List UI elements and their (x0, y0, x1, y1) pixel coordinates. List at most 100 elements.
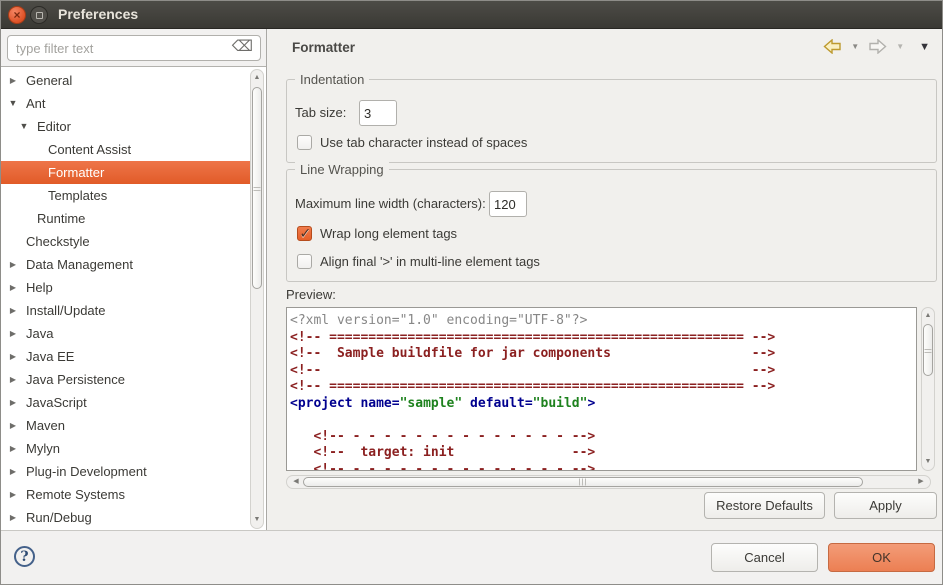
sidebar-item-javascript[interactable]: ▶JavaScript (1, 391, 250, 414)
sidebar-item-install-update[interactable]: ▶Install/Update (1, 299, 250, 322)
chevron-right-icon[interactable]: ▶ (7, 322, 19, 345)
sidebar-item-label: Remote Systems (1, 487, 125, 502)
max-line-width-input[interactable] (489, 191, 527, 217)
sidebar-item-label: Runtime (1, 211, 85, 226)
help-icon[interactable]: ? (14, 546, 35, 567)
sidebar-item-general[interactable]: ▶General (1, 69, 250, 92)
titlebar[interactable]: × Preferences (1, 1, 942, 29)
sidebar-item-java-persistence[interactable]: ▶Java Persistence (1, 368, 250, 391)
scrollbar-grip (925, 347, 932, 353)
line-wrapping-group: Line Wrapping Maximum line width (charac… (286, 169, 937, 282)
chevron-right-icon[interactable]: ▶ (7, 253, 19, 276)
main-panel: Formatter ▼ ▼ ▼ Indentation Tab size: Us… (268, 29, 943, 532)
align-final-label: Align final '>' in multi-line element ta… (320, 254, 540, 269)
sidebar-item-maven[interactable]: ▶Maven (1, 414, 250, 437)
close-button[interactable]: × (8, 6, 26, 24)
sidebar-item-label: Plug-in Development (1, 464, 147, 479)
scroll-down-icon[interactable]: ▼ (251, 513, 263, 527)
scrollbar-grip (254, 185, 261, 191)
scroll-left-icon[interactable]: ◀ (289, 476, 303, 488)
forward-arrow-icon[interactable] (868, 39, 887, 54)
back-arrow-icon[interactable] (823, 39, 842, 54)
chevron-down-icon[interactable]: ▼ (7, 92, 19, 115)
chevron-right-icon[interactable]: ▶ (7, 69, 19, 92)
preview-code-area[interactable]: <?xml version="1.0" encoding="UTF-8"?><!… (286, 307, 917, 471)
wrap-long-tags-label: Wrap long element tags (320, 226, 457, 241)
sidebar-item-help[interactable]: ▶Help (1, 276, 250, 299)
sidebar-item-templates[interactable]: Templates (1, 184, 250, 207)
sidebar-item-run-debug[interactable]: ▶Run/Debug (1, 506, 250, 529)
maximize-button[interactable] (30, 6, 48, 24)
line-wrapping-group-title: Line Wrapping (295, 162, 389, 177)
cancel-button[interactable]: Cancel (711, 543, 818, 572)
restore-defaults-button[interactable]: Restore Defaults (704, 492, 825, 519)
code-line: <!-- ===================================… (290, 379, 916, 396)
chevron-right-icon[interactable]: ▶ (7, 437, 19, 460)
sidebar-item-formatter[interactable]: Formatter (1, 161, 250, 184)
sidebar-item-editor[interactable]: ▼Editor (1, 115, 250, 138)
chevron-right-icon[interactable]: ▶ (7, 391, 19, 414)
chevron-right-icon[interactable]: ▶ (7, 345, 19, 368)
scroll-right-icon[interactable]: ▶ (914, 476, 928, 488)
sidebar-item-label: Formatter (1, 165, 104, 180)
use-tab-label: Use tab character instead of spaces (320, 135, 527, 150)
window-title: Preferences (58, 1, 138, 28)
sidebar-item-ant[interactable]: ▼Ant (1, 92, 250, 115)
back-history-dropdown-icon[interactable]: ▼ (851, 42, 859, 51)
sidebar-item-plug-in-development[interactable]: ▶Plug-in Development (1, 460, 250, 483)
code-line: <!-- - - - - - - - - - - - - - - --> (290, 462, 916, 472)
tab-size-label: Tab size: (295, 105, 346, 120)
indentation-group: Indentation Tab size: Use tab character … (286, 79, 937, 163)
sidebar-item-remote-systems[interactable]: ▶Remote Systems (1, 483, 250, 506)
chevron-right-icon[interactable]: ▶ (7, 483, 19, 506)
sidebar-item-label: Java Persistence (1, 372, 125, 387)
sidebar-item-data-management[interactable]: ▶Data Management (1, 253, 250, 276)
max-line-width-label: Maximum line width (characters): (295, 196, 486, 211)
apply-button[interactable]: Apply (834, 492, 937, 519)
code-line: <!-- Sample buildfile for jar components… (290, 346, 916, 363)
view-menu-icon[interactable]: ▼ (919, 41, 930, 53)
sidebar-item-mylyn[interactable]: ▶Mylyn (1, 437, 250, 460)
align-final-checkbox[interactable] (297, 254, 312, 269)
preview-horizontal-scrollbar[interactable]: ◀ ▶ (286, 475, 931, 489)
chevron-right-icon[interactable]: ▶ (7, 368, 19, 391)
scroll-down-icon[interactable]: ▼ (922, 455, 934, 469)
sidebar-scrollbar-thumb[interactable] (252, 87, 262, 289)
chevron-right-icon[interactable]: ▶ (7, 414, 19, 437)
sidebar-item-checkstyle[interactable]: Checkstyle (1, 230, 250, 253)
scroll-up-icon[interactable]: ▲ (922, 309, 934, 323)
preview-hscroll-thumb[interactable] (303, 477, 863, 487)
ok-button[interactable]: OK (828, 543, 935, 572)
page-title: Formatter (292, 40, 355, 55)
clear-filter-icon[interactable]: ⌫ (232, 38, 253, 56)
wrap-long-tags-checkbox[interactable] (297, 226, 312, 241)
use-tab-checkrow: Use tab character instead of spaces (297, 135, 527, 150)
code-line (290, 412, 916, 429)
preview-vertical-scrollbar[interactable]: ▲ ▼ (921, 307, 935, 471)
chevron-down-icon[interactable]: ▼ (18, 115, 30, 138)
sidebar: ⌫ ▶General▼Ant▼EditorContent AssistForma… (1, 29, 267, 532)
preview-vscroll-thumb[interactable] (923, 324, 933, 376)
sidebar-item-java-ee[interactable]: ▶Java EE (1, 345, 250, 368)
forward-history-dropdown-icon[interactable]: ▼ (896, 42, 904, 51)
sidebar-item-java[interactable]: ▶Java (1, 322, 250, 345)
filter-area: ⌫ (1, 29, 266, 66)
chevron-right-icon[interactable]: ▶ (7, 460, 19, 483)
indentation-group-title: Indentation (295, 72, 369, 87)
sidebar-item-runtime[interactable]: Runtime (1, 207, 250, 230)
code-line: <!-- ===================================… (290, 330, 916, 347)
sidebar-item-label: Checkstyle (1, 234, 90, 249)
code-line: <?xml version="1.0" encoding="UTF-8"?> (290, 313, 916, 330)
sidebar-item-label: Editor (1, 119, 71, 134)
sidebar-scrollbar[interactable]: ▲ ▼ (250, 69, 264, 529)
sidebar-item-content-assist[interactable]: Content Assist (1, 138, 250, 161)
sidebar-item-label: Data Management (1, 257, 133, 272)
use-tab-checkbox[interactable] (297, 135, 312, 150)
chevron-right-icon[interactable]: ▶ (7, 299, 19, 322)
scroll-up-icon[interactable]: ▲ (251, 71, 263, 85)
tab-size-input[interactable] (359, 100, 397, 126)
chevron-right-icon[interactable]: ▶ (7, 506, 19, 529)
filter-input[interactable] (7, 35, 261, 61)
bottom-bar: ? Cancel OK (1, 530, 942, 584)
chevron-right-icon[interactable]: ▶ (7, 276, 19, 299)
